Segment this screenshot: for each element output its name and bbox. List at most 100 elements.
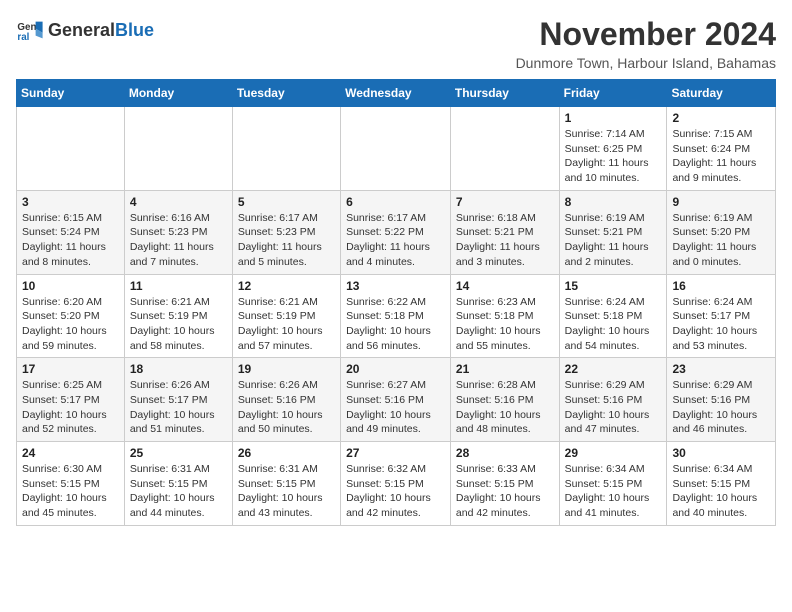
calendar-title: November 2024 xyxy=(516,16,776,53)
day-number: 12 xyxy=(238,279,335,293)
calendar-cell: 9Sunrise: 6:19 AMSunset: 5:20 PMDaylight… xyxy=(667,190,776,274)
calendar-cell: 25 Sunrise: 6:31 AMSunset: 5:15 PMDayligh… xyxy=(124,442,232,526)
calendar-cell: 22 Sunrise: 6:29 AMSunset: 5:16 PMDayligh… xyxy=(559,358,667,442)
day-number: 4 xyxy=(130,195,227,209)
day-info: Sunrise: 6:27 AMSunset: 5:16 PMDaylight:… xyxy=(346,378,445,437)
day-number: 11 xyxy=(130,279,227,293)
day-number: 1 xyxy=(565,111,662,125)
calendar-cell xyxy=(450,107,559,191)
day-number: 26 xyxy=(238,446,335,460)
day-info: Sunrise: 6:21 AMSunset: 5:19 PMDaylight:… xyxy=(238,295,335,354)
day-number: 16 xyxy=(672,279,770,293)
title-section: November 2024 Dunmore Town, Harbour Isla… xyxy=(516,16,776,71)
day-number: 27 xyxy=(346,446,445,460)
day-number: 8 xyxy=(565,195,662,209)
weekday-header-tuesday: Tuesday xyxy=(232,80,340,107)
calendar-cell: 19 Sunrise: 6:26 AMSunset: 5:16 PMDayligh… xyxy=(232,358,340,442)
day-info: Sunrise: 6:34 AMSunset: 5:15 PMDaylight:… xyxy=(565,462,662,521)
calendar-body: 1 Sunrise: 7:14 AMSunset: 6:25 PMDaylight… xyxy=(17,107,776,526)
calendar-cell: 24Sunrise: 6:30 AMSunset: 5:15 PMDayligh… xyxy=(17,442,125,526)
day-info: Sunrise: 6:26 AMSunset: 5:16 PMDaylight:… xyxy=(238,378,335,437)
calendar-cell: 5Sunrise: 6:17 AMSunset: 5:23 PMDaylight… xyxy=(232,190,340,274)
calendar-cell: 30 Sunrise: 6:34 AMSunset: 5:15 PMDayligh… xyxy=(667,442,776,526)
weekday-header-thursday: Thursday xyxy=(450,80,559,107)
calendar-cell: 16 Sunrise: 6:24 AMSunset: 5:17 PMDayligh… xyxy=(667,274,776,358)
day-info: Sunrise: 6:25 AMSunset: 5:17 PMDaylight:… xyxy=(22,378,119,437)
day-info: Sunrise: 6:29 AMSunset: 5:16 PMDaylight:… xyxy=(672,378,770,437)
day-info: Sunrise: 6:28 AMSunset: 5:16 PMDaylight:… xyxy=(456,378,554,437)
calendar-cell: 28 Sunrise: 6:33 AMSunset: 5:15 PMDayligh… xyxy=(450,442,559,526)
day-number: 28 xyxy=(456,446,554,460)
day-number: 22 xyxy=(565,362,662,376)
calendar-cell: 6Sunrise: 6:17 AMSunset: 5:22 PMDaylight… xyxy=(341,190,451,274)
calendar-cell xyxy=(124,107,232,191)
day-number: 17 xyxy=(22,362,119,376)
calendar-cell: 13 Sunrise: 6:22 AMSunset: 5:18 PMDayligh… xyxy=(341,274,451,358)
calendar-cell: 4 Sunrise: 6:16 AMSunset: 5:23 PMDaylight… xyxy=(124,190,232,274)
day-number: 20 xyxy=(346,362,445,376)
day-number: 30 xyxy=(672,446,770,460)
day-number: 13 xyxy=(346,279,445,293)
week-row-2: 3 Sunrise: 6:15 AMSunset: 5:24 PMDaylight… xyxy=(17,190,776,274)
day-number: 24 xyxy=(22,446,119,460)
day-number: 23 xyxy=(672,362,770,376)
day-info: Sunrise: 6:17 AMSunset: 5:22 PMDaylight:… xyxy=(346,211,445,270)
svg-text:ral: ral xyxy=(17,32,29,43)
calendar-cell: 10Sunrise: 6:20 AMSunset: 5:20 PMDayligh… xyxy=(17,274,125,358)
calendar-table: SundayMondayTuesdayWednesdayThursdayFrid… xyxy=(16,79,776,526)
weekday-header-monday: Monday xyxy=(124,80,232,107)
day-info: Sunrise: 6:24 AMSunset: 5:17 PMDaylight:… xyxy=(672,295,770,354)
calendar-cell: 2 Sunrise: 7:15 AMSunset: 6:24 PMDaylight… xyxy=(667,107,776,191)
weekday-header-friday: Friday xyxy=(559,80,667,107)
day-number: 25 xyxy=(130,446,227,460)
day-number: 14 xyxy=(456,279,554,293)
calendar-cell: 11 Sunrise: 6:21 AMSunset: 5:19 PMDayligh… xyxy=(124,274,232,358)
header: Gene ral GeneralBlue November 2024 Dunmo… xyxy=(16,16,776,71)
calendar-cell xyxy=(17,107,125,191)
week-row-4: 17 Sunrise: 6:25 AMSunset: 5:17 PMDayligh… xyxy=(17,358,776,442)
day-info: Sunrise: 6:31 AMSunset: 5:15 PMDaylight:… xyxy=(130,462,227,521)
day-info: Sunrise: 7:14 AMSunset: 6:25 PMDaylight:… xyxy=(565,127,662,186)
day-info: Sunrise: 6:32 AMSunset: 5:15 PMDaylight:… xyxy=(346,462,445,521)
day-number: 29 xyxy=(565,446,662,460)
calendar-header: SundayMondayTuesdayWednesdayThursdayFrid… xyxy=(17,80,776,107)
day-info: Sunrise: 6:15 AMSunset: 5:24 PMDaylight:… xyxy=(22,211,119,270)
day-info: Sunrise: 6:21 AMSunset: 5:19 PMDaylight:… xyxy=(130,295,227,354)
day-number: 18 xyxy=(130,362,227,376)
day-number: 3 xyxy=(22,195,119,209)
day-info: Sunrise: 6:20 AMSunset: 5:20 PMDaylight:… xyxy=(22,295,119,354)
calendar-cell xyxy=(341,107,451,191)
calendar-subtitle: Dunmore Town, Harbour Island, Bahamas xyxy=(516,55,776,71)
calendar-cell: 8Sunrise: 6:19 AMSunset: 5:21 PMDaylight… xyxy=(559,190,667,274)
day-info: Sunrise: 6:24 AMSunset: 5:18 PMDaylight:… xyxy=(565,295,662,354)
day-info: Sunrise: 6:22 AMSunset: 5:18 PMDaylight:… xyxy=(346,295,445,354)
day-info: Sunrise: 6:34 AMSunset: 5:15 PMDaylight:… xyxy=(672,462,770,521)
calendar-cell: 26Sunrise: 6:31 AMSunset: 5:15 PMDayligh… xyxy=(232,442,340,526)
week-row-3: 10Sunrise: 6:20 AMSunset: 5:20 PMDayligh… xyxy=(17,274,776,358)
day-info: Sunrise: 6:33 AMSunset: 5:15 PMDaylight:… xyxy=(456,462,554,521)
calendar-cell: 20 Sunrise: 6:27 AMSunset: 5:16 PMDayligh… xyxy=(341,358,451,442)
calendar-cell: 21 Sunrise: 6:28 AMSunset: 5:16 PMDayligh… xyxy=(450,358,559,442)
day-info: Sunrise: 6:26 AMSunset: 5:17 PMDaylight:… xyxy=(130,378,227,437)
day-number: 21 xyxy=(456,362,554,376)
calendar-cell: 29 Sunrise: 6:34 AMSunset: 5:15 PMDayligh… xyxy=(559,442,667,526)
day-number: 5 xyxy=(238,195,335,209)
calendar-cell: 7Sunrise: 6:18 AMSunset: 5:21 PMDaylight… xyxy=(450,190,559,274)
day-number: 2 xyxy=(672,111,770,125)
day-info: Sunrise: 6:23 AMSunset: 5:18 PMDaylight:… xyxy=(456,295,554,354)
logo-icon: Gene ral xyxy=(16,16,44,44)
weekday-header-sunday: Sunday xyxy=(17,80,125,107)
calendar-cell: 15Sunrise: 6:24 AMSunset: 5:18 PMDayligh… xyxy=(559,274,667,358)
calendar-cell: 17 Sunrise: 6:25 AMSunset: 5:17 PMDayligh… xyxy=(17,358,125,442)
week-row-5: 24Sunrise: 6:30 AMSunset: 5:15 PMDayligh… xyxy=(17,442,776,526)
day-number: 7 xyxy=(456,195,554,209)
day-info: Sunrise: 6:29 AMSunset: 5:16 PMDaylight:… xyxy=(565,378,662,437)
logo-text-blue: Blue xyxy=(115,20,154,41)
day-info: Sunrise: 6:19 AMSunset: 5:20 PMDaylight:… xyxy=(672,211,770,270)
calendar-cell: 12 Sunrise: 6:21 AMSunset: 5:19 PMDayligh… xyxy=(232,274,340,358)
calendar-cell: 23 Sunrise: 6:29 AMSunset: 5:16 PMDayligh… xyxy=(667,358,776,442)
day-info: Sunrise: 7:15 AMSunset: 6:24 PMDaylight:… xyxy=(672,127,770,186)
day-number: 19 xyxy=(238,362,335,376)
day-info: Sunrise: 6:16 AMSunset: 5:23 PMDaylight:… xyxy=(130,211,227,270)
logo-text-general: General xyxy=(48,20,115,41)
